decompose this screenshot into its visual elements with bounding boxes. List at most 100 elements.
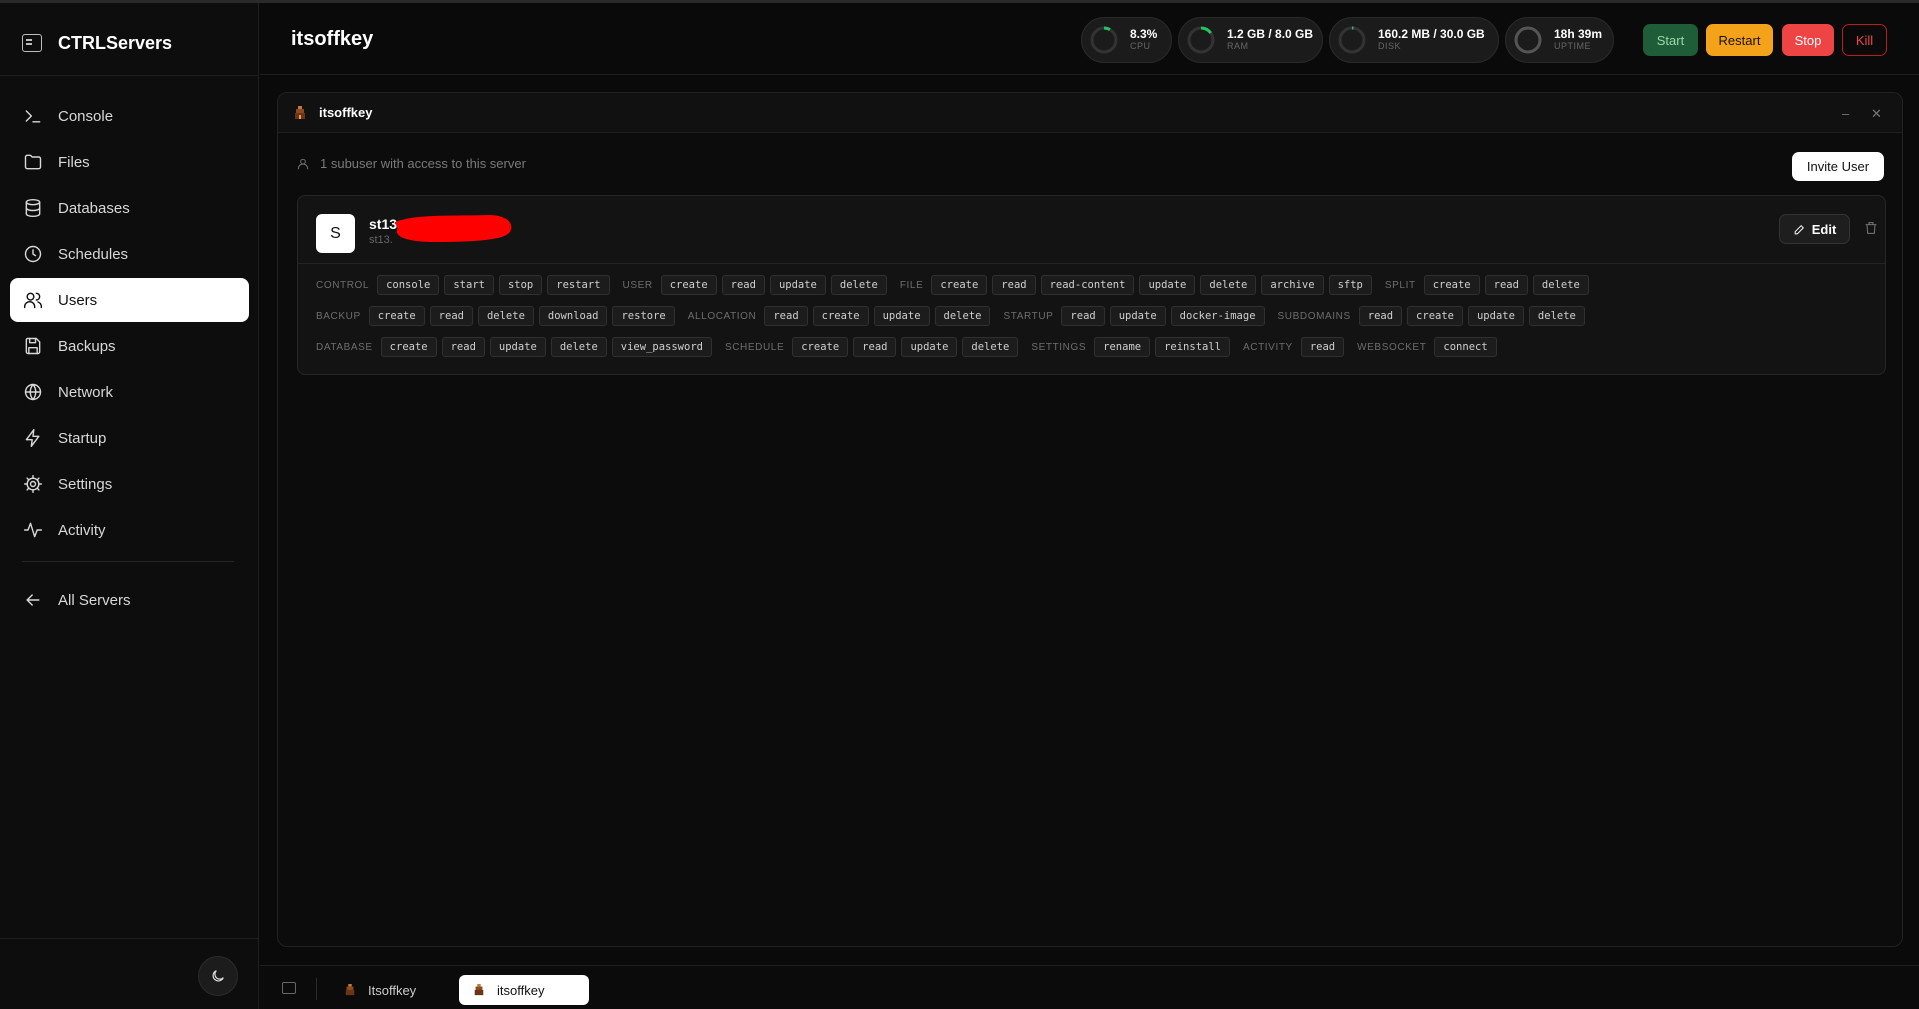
permission-tag: update xyxy=(873,306,930,326)
start-button[interactable]: Start xyxy=(1643,24,1698,56)
sidebar-item-users[interactable]: Users xyxy=(10,278,249,322)
permission-group-label: STARTUP xyxy=(1003,310,1054,322)
server-window-icon[interactable] xyxy=(282,982,296,994)
permission-tag: create xyxy=(660,275,717,295)
permission-group-label: SCHEDULE xyxy=(724,341,785,353)
sidebar-nav: Console Files Databases Schedules Users … xyxy=(10,94,249,624)
stop-button[interactable]: Stop xyxy=(1782,24,1834,56)
permission-tag: update xyxy=(1109,306,1166,326)
permission-group-label: BACKUP xyxy=(316,310,361,322)
bottom-tab-label: Itsoffkey xyxy=(368,982,417,998)
sidebar-item-label: Files xyxy=(58,153,90,171)
permission-tag: delete xyxy=(477,306,534,326)
activity-icon xyxy=(23,520,43,540)
permission-tag: read xyxy=(1484,275,1528,295)
ram-label: RAM xyxy=(1227,41,1249,51)
permission-tag: update xyxy=(769,275,826,295)
permission-tag: read xyxy=(992,275,1036,295)
delete-subuser-button[interactable] xyxy=(1863,220,1879,236)
disk-stat: 160.2 MB / 30.0 GB DISK xyxy=(1329,17,1499,63)
close-icon[interactable]: ✕ xyxy=(1871,106,1882,122)
bottom-tab-itsoffkey-active[interactable]: itsoffkey xyxy=(459,975,589,1005)
gear-icon xyxy=(23,474,43,494)
cpu-stat: 8.3% CPU xyxy=(1081,17,1172,63)
header: itsoffkey 8.3% CPU 1.2 GB / 8.0 GB RAM 1… xyxy=(260,3,1919,75)
ram-value: 1.2 GB / 8.0 GB xyxy=(1227,27,1314,41)
permission-group-label: USER xyxy=(622,279,653,291)
save-icon xyxy=(23,336,43,356)
sidebar-item-all-servers[interactable]: All Servers xyxy=(10,578,249,622)
pencil-icon xyxy=(1794,224,1804,234)
sidebar-item-schedules[interactable]: Schedules xyxy=(10,232,249,276)
uptime-label: UPTIME xyxy=(1554,41,1592,51)
permission-tag: console xyxy=(377,275,440,295)
sidebar-item-label: Startup xyxy=(58,429,107,447)
permission-tag: stop xyxy=(498,275,543,295)
panel-header: itsoffkey xyxy=(278,93,1902,133)
brand[interactable]: CTRLServers xyxy=(22,31,172,55)
permission-group-label: SUBDOMAINS xyxy=(1277,310,1351,322)
sidebar-item-databases[interactable]: Databases xyxy=(10,186,249,230)
sidebar-item-console[interactable]: Console xyxy=(10,94,249,138)
permission-tag: read xyxy=(1358,306,1403,326)
sidebar-item-activity[interactable]: Activity xyxy=(10,508,249,552)
cpu-ring-icon xyxy=(1090,26,1118,54)
permission-group-label: SPLIT xyxy=(1384,279,1416,291)
permission-tag: read xyxy=(1300,337,1345,357)
permission-tag: create xyxy=(931,275,988,295)
permission-tag: create xyxy=(1407,306,1463,326)
permission-tag: create xyxy=(792,337,849,357)
disk-label: DISK xyxy=(1378,41,1402,51)
sidebar: CTRLServers Console Files Databases Sche… xyxy=(0,3,259,1009)
sidebar-item-backups[interactable]: Backups xyxy=(10,324,249,368)
permission-tag: delete xyxy=(830,275,887,295)
sidebar-item-label: All Servers xyxy=(58,591,131,609)
permission-row: BACKUP create read delete download restore ALL… xyxy=(316,305,1590,327)
bottom-tab-label: itsoffkey xyxy=(497,982,545,998)
server-window-icon xyxy=(22,34,42,52)
sidebar-item-settings[interactable]: Settings xyxy=(10,462,249,506)
permission-tag: delete xyxy=(1532,275,1589,295)
uptime-value: 18h 39m xyxy=(1554,27,1603,41)
bottom-tab-bar: Itsoffkey itsoffkey xyxy=(260,965,1919,1009)
disk-ring-icon xyxy=(1338,26,1366,54)
minimize-icon[interactable]: – xyxy=(1842,106,1849,121)
permission-group-label: ALLOCATION xyxy=(687,310,757,322)
sidebar-item-label: Network xyxy=(58,383,114,401)
sidebar-item-startup[interactable]: Startup xyxy=(10,416,249,460)
sidebar-footer-divider xyxy=(0,938,259,939)
invite-user-button[interactable]: Invite User xyxy=(1792,152,1884,181)
moon-icon xyxy=(212,970,224,982)
permission-tag: view_password xyxy=(611,337,712,357)
permission-tag: start xyxy=(444,275,494,295)
sidebar-item-network[interactable]: Network xyxy=(10,370,249,414)
permission-group-label: FILE xyxy=(899,279,924,291)
permission-tag: read xyxy=(441,337,485,357)
bottom-divider xyxy=(316,978,317,1000)
cpu-value: 8.3% xyxy=(1130,27,1158,41)
sidebar-item-label: Settings xyxy=(58,475,113,493)
clock-icon xyxy=(23,244,43,264)
restart-button[interactable]: Restart xyxy=(1706,24,1773,56)
permission-tag: read xyxy=(721,275,765,295)
brand-name: CTRLServers xyxy=(58,32,173,53)
cpu-label: CPU xyxy=(1130,41,1151,51)
sidebar-divider xyxy=(0,75,259,76)
disk-value: 160.2 MB / 30.0 GB xyxy=(1378,27,1485,41)
subuser-card: S st13. st13. Edit CONTROL console start st… xyxy=(297,195,1886,375)
ram-ring-icon xyxy=(1187,26,1215,54)
trash-icon xyxy=(1865,222,1877,234)
bottom-tab-itsoffkey[interactable]: Itsoffkey xyxy=(330,975,440,1005)
users-icon xyxy=(23,290,43,310)
edit-label: Edit xyxy=(1811,221,1837,237)
globe-icon xyxy=(23,382,43,402)
permission-tag: archive xyxy=(1261,275,1324,295)
theme-toggle-button[interactable] xyxy=(198,956,238,996)
edit-subuser-button[interactable]: Edit xyxy=(1779,214,1850,244)
kill-button[interactable]: Kill xyxy=(1842,24,1887,56)
permission-tag: connect xyxy=(1434,337,1497,357)
permission-tag: restore xyxy=(612,306,675,326)
sidebar-item-files[interactable]: Files xyxy=(10,140,249,184)
permission-tag: read xyxy=(764,306,808,326)
panel-title: itsoffkey xyxy=(319,105,373,120)
